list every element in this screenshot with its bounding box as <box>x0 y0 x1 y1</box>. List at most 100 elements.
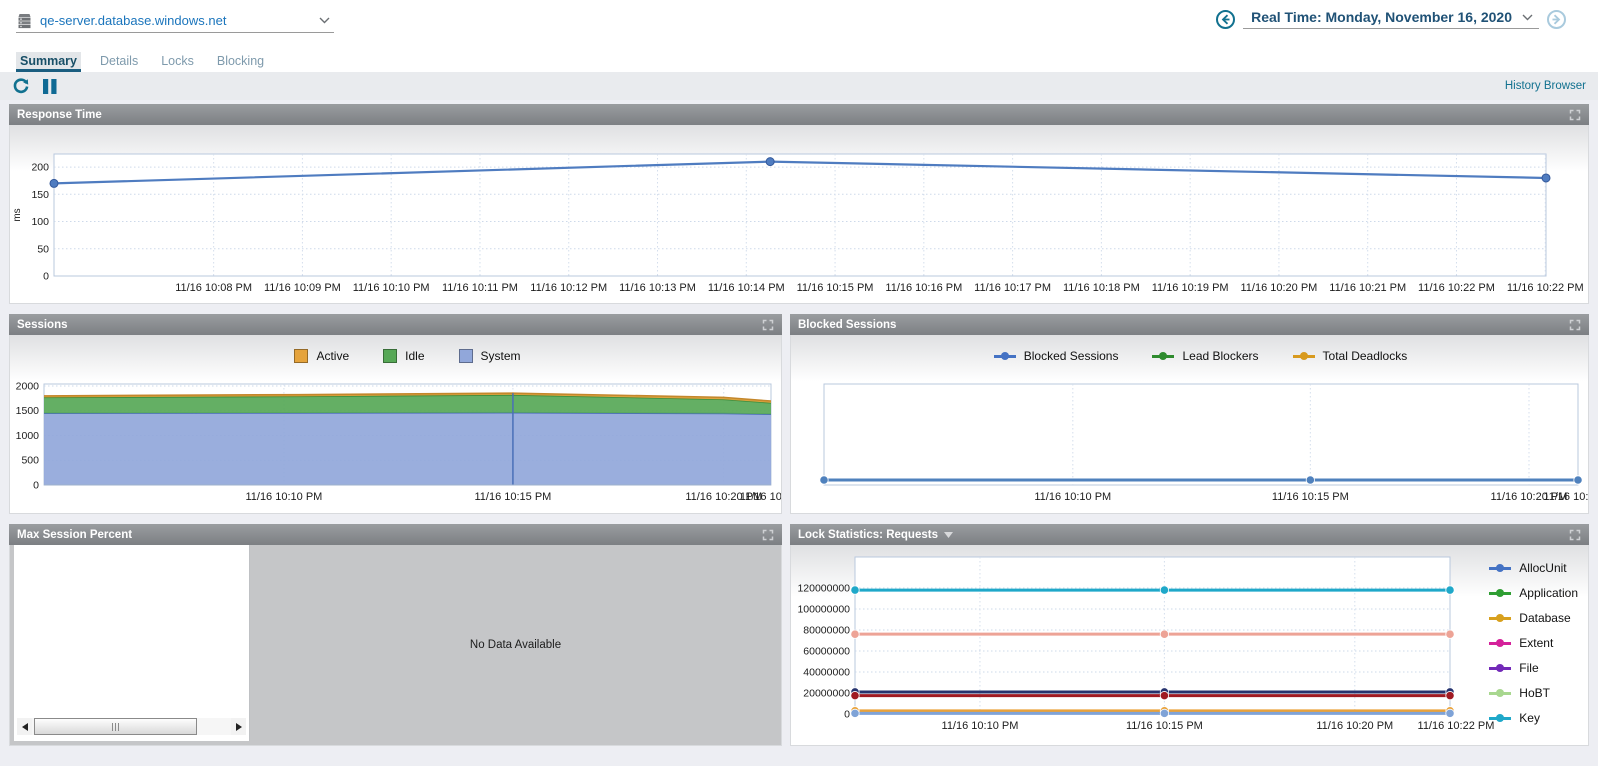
lock-statistics-chart[interactable]: 0 20000000 40000000 60000000 80000000 1000000… <box>791 545 1588 745</box>
scroll-right-button[interactable] <box>231 718 246 735</box>
expand-icon[interactable] <box>762 319 774 331</box>
dashboard: Response Time 0 50 100 150 200 11/16 10:08 PM… <box>0 100 1598 746</box>
svg-text:1500: 1500 <box>16 405 40 417</box>
legend-swatch-icon <box>1292 351 1315 361</box>
lock-statistics-panel-header: Lock Statistics: Requests <box>790 524 1589 545</box>
max-session-list-pane <box>14 545 250 741</box>
tab-details[interactable]: Details <box>96 52 142 72</box>
blocked-legend-item: Lead Blockers <box>1152 349 1259 363</box>
toolbar: History Browser <box>0 72 1598 100</box>
no-data-message: No Data Available <box>469 639 562 651</box>
max-session-percent-body: No Data Available <box>9 545 782 746</box>
svg-text:40000000: 40000000 <box>803 666 850 678</box>
sessions-legend-item: System <box>458 349 521 363</box>
svg-text:100000000: 100000000 <box>797 603 850 615</box>
scroll-left-button[interactable] <box>17 718 32 735</box>
svg-text:0: 0 <box>43 271 49 283</box>
metric-dropdown-icon[interactable] <box>943 531 953 538</box>
svg-text:11/16 10:10 PM: 11/16 10:10 PM <box>353 282 430 294</box>
expand-icon[interactable] <box>1569 109 1581 121</box>
scrollbar-thumb[interactable] <box>34 718 198 735</box>
lock-legend-item: Database <box>1489 611 1578 625</box>
horizontal-scrollbar[interactable] <box>17 718 246 735</box>
svg-text:100: 100 <box>31 216 49 228</box>
svg-text:11/16 10:09 PM: 11/16 10:09 PM <box>264 282 341 294</box>
legend-swatch-icon <box>993 351 1016 361</box>
expand-icon[interactable] <box>762 529 774 541</box>
arrow-right-icon <box>1552 14 1561 24</box>
legend-swatch-icon <box>1489 663 1512 673</box>
legend-swatch-icon <box>1489 588 1512 598</box>
legend-label: Active <box>316 349 350 363</box>
svg-text:11/16 10:17 PM: 11/16 10:17 PM <box>974 282 1051 294</box>
legend-swatch-icon <box>458 349 473 363</box>
svg-text:11/16 10:10 PM: 11/16 10:10 PM <box>1034 491 1111 503</box>
expand-icon[interactable] <box>1569 319 1581 331</box>
svg-text:200: 200 <box>31 162 49 174</box>
tab-blocking[interactable]: Blocking <box>213 52 268 72</box>
svg-text:ms: ms <box>12 208 23 221</box>
svg-text:60000000: 60000000 <box>803 645 850 657</box>
lock-legend-item: Application <box>1489 586 1578 600</box>
svg-text:11/16 10:18 PM: 11/16 10:18 PM <box>1063 282 1140 294</box>
response-time-panel-header: Response Time <box>9 104 1589 125</box>
legend-label: File <box>1519 661 1539 675</box>
server-name[interactable]: qe-server.database.windows.net <box>40 13 226 28</box>
pause-icon <box>43 78 57 94</box>
top-header-bar: qe-server.database.windows.net Real Time… <box>0 0 1598 46</box>
blocked-sessions-legend: Blocked Sessions Lead Blockers Total Deadl… <box>824 349 1577 363</box>
refresh-button[interactable] <box>12 77 30 95</box>
sessions-panel: Sessions Active Idle System 0 500 1000 1500 20… <box>9 314 782 514</box>
time-range-selector[interactable]: Real Time: Monday, November 16, 2020 <box>1243 9 1539 29</box>
svg-text:11/16 10:22 PM: 11/16 10:22 PM <box>1543 491 1588 503</box>
history-browser-link[interactable]: History Browser <box>1505 80 1586 92</box>
response-time-panel: Response Time 0 50 100 150 200 11/16 10:08 PM… <box>9 104 1589 304</box>
svg-text:11/16 10:22 PM: 11/16 10:22 PM <box>740 491 781 503</box>
lock-legend-item: AllocUnit <box>1489 561 1578 575</box>
svg-text:11/16 10:10 PM: 11/16 10:10 PM <box>942 720 1019 732</box>
svg-text:500: 500 <box>21 455 39 467</box>
arrow-left-icon <box>1221 14 1230 24</box>
panel-title: Max Session Percent <box>17 528 133 541</box>
lock-statistics-chart-area: 0 20000000 40000000 60000000 80000000 1000000… <box>790 545 1589 746</box>
legend-label: Idle <box>405 349 425 363</box>
scrollbar-track[interactable] <box>32 718 231 735</box>
previous-time-button[interactable] <box>1216 9 1236 29</box>
tab-locks[interactable]: Locks <box>157 52 198 72</box>
legend-swatch-icon <box>1152 351 1175 361</box>
legend-swatch-icon <box>383 349 398 363</box>
max-session-percent-panel: Max Session Percent No Data Available <box>9 524 782 746</box>
svg-text:11/16 10:11 PM: 11/16 10:11 PM <box>442 282 518 294</box>
legend-label: Key <box>1519 711 1540 725</box>
expand-icon[interactable] <box>1569 529 1581 541</box>
tab-summary[interactable]: Summary <box>16 52 81 72</box>
time-range-label: Real Time: Monday, November 16, 2020 <box>1251 9 1512 25</box>
blocked-sessions-panel-header: Blocked Sessions <box>790 314 1589 335</box>
sessions-legend-item: Idle <box>383 349 425 363</box>
sessions-chart-area: Active Idle System 0 500 1000 1500 2000 11/16 1… <box>9 335 782 514</box>
database-server-icon <box>18 14 31 29</box>
next-time-button[interactable] <box>1547 9 1566 29</box>
svg-text:0: 0 <box>844 709 850 721</box>
sessions-panel-header: Sessions <box>9 314 782 335</box>
lock-statistics-legend: AllocUnit Application Database Extent File Ho… <box>1489 561 1578 725</box>
lock-legend-item: Extent <box>1489 636 1578 650</box>
panel-title: Blocked Sessions <box>798 318 897 331</box>
svg-text:11/16 10:21 PM: 11/16 10:21 PM <box>1329 282 1406 294</box>
response-time-chart[interactable]: 0 50 100 150 200 11/16 10:08 PM 11/16 10:09 PM… <box>10 125 1588 303</box>
legend-label: Database <box>1519 611 1571 625</box>
chevron-down-icon <box>1522 14 1533 20</box>
legend-label: Total Deadlocks <box>1322 349 1408 363</box>
legend-label: Application <box>1519 586 1578 600</box>
sessions-legend: Active Idle System <box>44 349 771 363</box>
svg-text:11/16 10:16 PM: 11/16 10:16 PM <box>885 282 962 294</box>
svg-text:11/16 10:08 PM: 11/16 10:08 PM <box>175 282 252 294</box>
svg-text:0: 0 <box>33 480 39 492</box>
svg-text:1000: 1000 <box>16 430 40 442</box>
server-selector[interactable]: qe-server.database.windows.net <box>16 9 334 33</box>
max-session-percent-panel-header: Max Session Percent <box>9 524 782 545</box>
pause-button[interactable] <box>42 78 58 95</box>
svg-text:20000000: 20000000 <box>803 687 850 699</box>
triangle-left-icon <box>21 722 28 731</box>
sessions-legend-item: Active <box>294 349 349 363</box>
